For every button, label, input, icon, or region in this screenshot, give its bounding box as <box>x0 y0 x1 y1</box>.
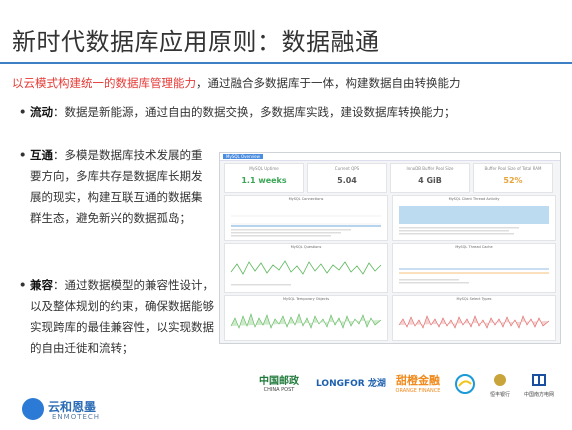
dashboard-topbar: MySQL Overview <box>220 153 560 161</box>
intro-rest: ，通过融合多数据库于一体，构建数据自由转换能力 <box>196 76 461 90</box>
thread-activity-chart <box>399 206 549 235</box>
swirl-logo <box>454 374 476 398</box>
stat-label: MySQL Uptime <box>249 166 279 171</box>
china-post-logo: 中国邮政 CHINA POST <box>246 372 312 393</box>
stat-card: MySQL Uptime 1.1 weeks <box>224 163 304 193</box>
panel-thread-cache: MySQL Thread Cache <box>392 243 556 293</box>
hengfeng-bank-logo: 恒丰银行 <box>484 372 516 398</box>
bullet-head: 流动 <box>30 105 53 119</box>
stat-value: 1.1 weeks <box>241 176 287 185</box>
panel-thread-activity: MySQL Client Thread Activity <box>392 195 556 241</box>
panel-temporary-objects: MySQL Temporary Objects <box>224 295 388 341</box>
bullet-dot: • <box>19 105 27 119</box>
thread-cache-chart <box>399 268 549 284</box>
longfor-logo: LONGFOR 龙湖 <box>316 376 386 389</box>
intro-highlight: 以云模式构建统一的数据库管理能力 <box>12 76 196 90</box>
stat-label: Buffer Pool Size of Total RAM <box>484 166 542 171</box>
bullet-body: ：多模是数据库技术发展的重要方向，多库共存是数据库长期发展的现实，构建互联互通的… <box>30 148 203 225</box>
select-types-chart <box>398 315 550 329</box>
logo-subtext: 恒丰银行 <box>489 392 510 398</box>
stat-value: 5.04 <box>337 176 357 185</box>
bullet-dot: • <box>19 148 27 162</box>
bullet-dot: • <box>19 278 27 292</box>
stat-label: Current QPS <box>334 166 360 171</box>
stat-card: Current QPS 5.04 <box>307 163 387 193</box>
hengfeng-emblem-icon <box>494 374 506 386</box>
panel-select-types: MySQL Select Types <box>392 295 556 341</box>
intro-line: 以云模式构建统一的数据库管理能力，通过融合多数据库于一体，构建数据自由转换能力 <box>12 75 461 91</box>
logo-text: 中国邮政 <box>259 376 299 387</box>
swirl-icon <box>455 374 475 394</box>
bullet-compatibility: • 兼容：通过数据模型的兼容性设计，以及整体规划的约束，确保数据能够实现跨库的最… <box>19 275 215 359</box>
panel-questions: MySQL Questions <box>224 243 388 293</box>
bullet-head: 互通 <box>30 148 53 162</box>
panel-connections: MySQL Connections <box>224 195 388 241</box>
bullet-interconnect: • 互通：多模是数据库技术发展的重要方向，多库共存是数据库长期发展的现实，构建互… <box>19 145 208 229</box>
southern-grid-emblem-icon <box>532 374 546 386</box>
mysql-dashboard-screenshot: MySQL Overview MySQL Uptime 1.1 weeks Cu… <box>219 152 561 344</box>
stat-card: Buffer Pool Size of Total RAM 52% <box>473 163 553 193</box>
stat-value: 4 GiB <box>418 176 442 185</box>
orange-finance-logo: 甜橙金融 ORANGE FINANCE <box>388 372 448 394</box>
stat-value: 52% <box>503 176 523 185</box>
logo-text: 甜橙金融 <box>396 374 440 387</box>
bullet-body: ：通过数据模型的兼容性设计，以及整体规划的约束，确保数据能够实现跨库的最佳兼容性… <box>30 278 214 355</box>
temporary-objects-chart <box>230 313 382 329</box>
southern-grid-logo: 中国南方电网 <box>522 372 556 398</box>
enmotech-logo: 云和恩墨 ENMOTECH <box>22 396 117 424</box>
stat-card: InnoDB Buffer Pool Size 4 GiB <box>390 163 470 193</box>
logo-subtext: CHINA POST <box>263 387 295 393</box>
bullet-flow: • 流动：数据是新能源，通过自由的数据交换，多数据库实践，建设数据库转换能力； <box>19 102 570 123</box>
bullet-head: 兼容 <box>30 278 53 292</box>
enmotech-emblem-icon <box>22 398 44 420</box>
bullet-body: ：数据是新能源，通过自由的数据交换，多数据库实践，建设数据库转换能力； <box>53 105 456 119</box>
dashboard-tab: MySQL Overview <box>223 154 263 159</box>
slide-title: 新时代数据库应用原则：数据融通 <box>12 28 380 56</box>
logo-subtext: 中国南方电网 <box>523 392 554 398</box>
logo-subtext: ORANGE FINANCE <box>395 388 441 394</box>
title-underline <box>0 62 572 64</box>
connections-chart <box>231 215 381 237</box>
stat-label: InnoDB Buffer Pool Size <box>406 166 454 171</box>
questions-chart <box>230 260 382 286</box>
logo-text: LONGFOR 龙湖 <box>316 379 386 389</box>
company-name-en: ENMOTECH <box>52 413 101 421</box>
